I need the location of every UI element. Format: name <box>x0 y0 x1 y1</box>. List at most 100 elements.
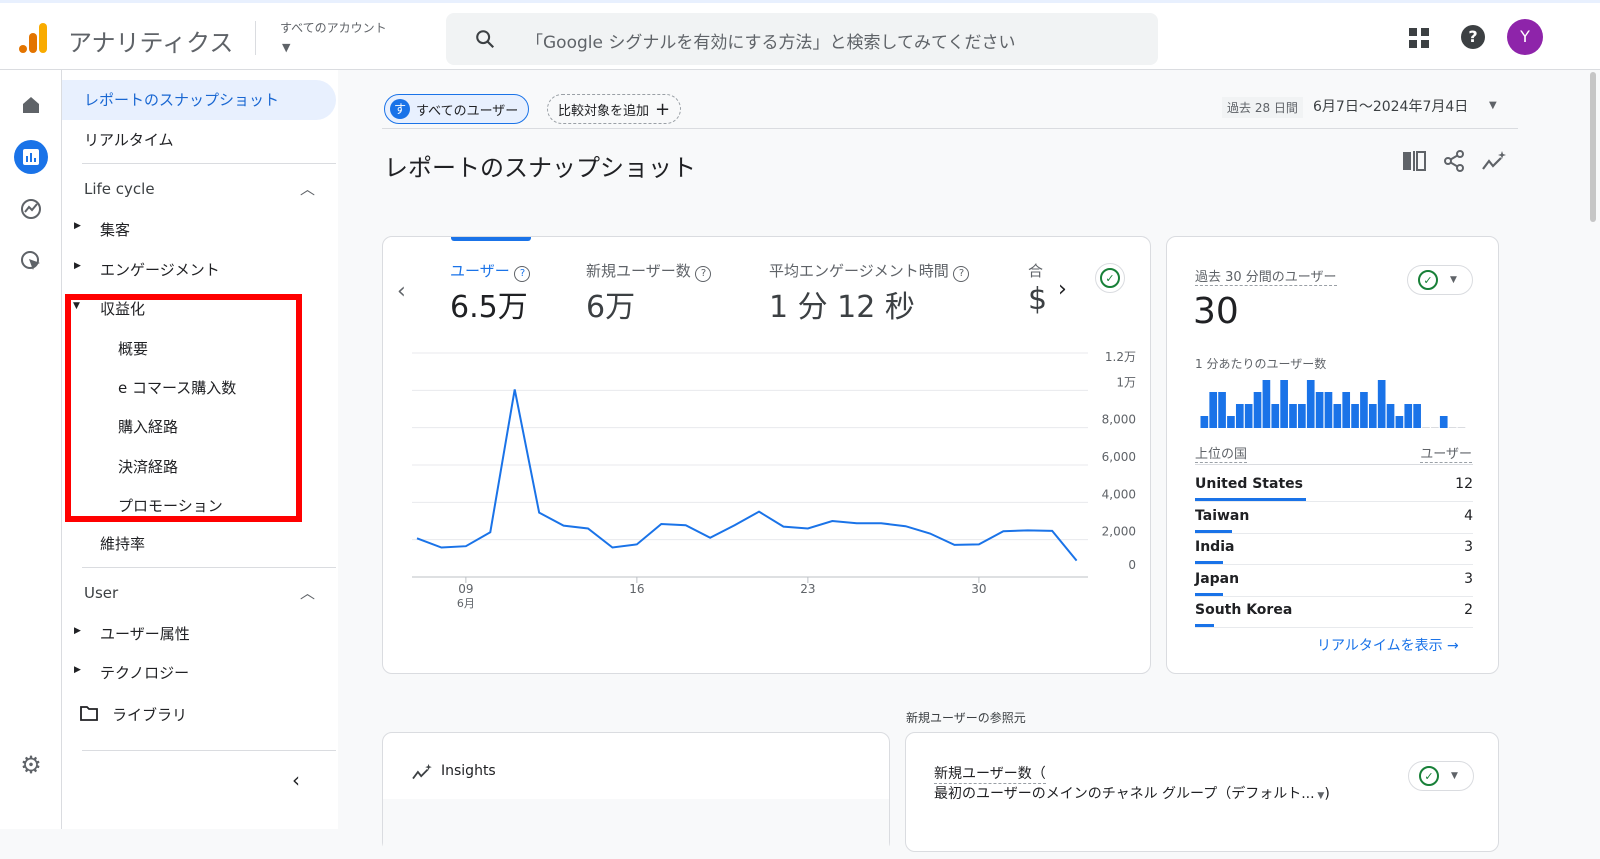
per-minute-bar[interactable] <box>1218 392 1226 428</box>
channel-dimension-dropdown[interactable]: 最初のユーザーのメインのチャネル グループ（デフォルト... ▼) <box>934 783 1330 803</box>
scrollbar[interactable] <box>1590 72 1596 222</box>
per-minute-bar[interactable] <box>1368 404 1377 428</box>
arrow-right-icon: → <box>1447 638 1459 654</box>
search-icon <box>476 30 495 49</box>
caret-down-icon[interactable]: ▼ <box>1489 100 1497 111</box>
x-tick-label: 09 <box>458 582 473 596</box>
per-minute-bar[interactable] <box>1431 427 1439 428</box>
per-minute-bar[interactable] <box>1413 404 1421 428</box>
analytics-logo <box>19 23 47 53</box>
y-tick-label: 8,000 <box>1102 413 1136 427</box>
per-minute-bar[interactable] <box>1422 427 1430 428</box>
home-icon[interactable] <box>14 88 48 122</box>
share-bar <box>1195 498 1307 501</box>
sidebar-item-engagement[interactable]: エンゲージメント <box>100 259 220 280</box>
per-minute-bar[interactable] <box>1324 392 1333 428</box>
per-minute-bar[interactable] <box>1200 416 1209 428</box>
divider <box>82 163 336 164</box>
settings-icon[interactable]: ⚙ <box>14 748 48 782</box>
y-tick-label: 0 <box>1128 558 1136 572</box>
date-range[interactable]: 6月7日～2024年7月4日 <box>1313 96 1468 116</box>
x-tick-label: 16 <box>629 582 644 596</box>
caret-down-icon[interactable]: ▼ <box>282 41 290 54</box>
top-bar: アナリティクス すべてのアカウント ▼ 「Google シグナルを有効にする方法… <box>0 0 1600 70</box>
compare-icon[interactable] <box>1402 151 1426 171</box>
sidebar-item-acquisition[interactable]: 集客 <box>100 219 130 240</box>
per-minute-bar[interactable] <box>1395 416 1404 428</box>
per-minute-bar[interactable] <box>1386 404 1395 428</box>
insights-sparkle-icon[interactable] <box>1481 150 1507 172</box>
country-row[interactable]: South Korea 2 <box>1195 602 1473 628</box>
per-minute-bar[interactable] <box>1280 380 1288 428</box>
sidebar-item-library[interactable]: ライブラリ <box>112 704 187 725</box>
per-minute-bar[interactable] <box>1253 392 1262 428</box>
realtime-status-dropdown[interactable]: ✓ ▼ <box>1407 265 1473 295</box>
add-comparison-button[interactable]: 比較対象を追加 + <box>547 94 682 124</box>
per-minute-bar[interactable] <box>1306 380 1315 428</box>
per-minute-bar[interactable] <box>1289 404 1297 428</box>
per-minute-bar[interactable] <box>1315 392 1324 428</box>
account-selector[interactable]: すべてのアカウント <box>280 19 387 36</box>
per-minute-bar[interactable] <box>1209 392 1218 428</box>
per-minute-bar[interactable] <box>1360 392 1368 428</box>
explore-icon[interactable] <box>14 192 48 226</box>
divider <box>382 128 1518 129</box>
per-minute-bar[interactable] <box>1439 416 1448 428</box>
per-minute-bar[interactable] <box>1262 380 1271 428</box>
segment-chip[interactable]: す すべてのユーザー <box>384 94 530 124</box>
insights-title: Insights <box>441 763 496 779</box>
new-users-card: 新規ユーザー数（ 最初のユーザーのメインのチャネル グループ（デフォルト... … <box>905 732 1499 852</box>
view-realtime-label: リアルタイムを表示 <box>1317 638 1443 654</box>
add-comparison-label: 比較対象を追加 <box>558 103 650 119</box>
country-name: Japan <box>1195 570 1240 587</box>
sidebar-item-realtime[interactable]: リアルタイム <box>84 129 174 150</box>
page-title: レポートのスナップショット <box>384 154 696 182</box>
collapse-chevron-icon[interactable]: ‹ <box>292 768 300 792</box>
chevron-up-icon[interactable]: ︿ <box>300 178 315 199</box>
sidebar-item-retention[interactable]: 維持率 <box>100 533 145 554</box>
insights-body <box>383 799 889 859</box>
country-row[interactable]: India 3 <box>1195 539 1473 565</box>
advertising-icon[interactable] <box>14 244 48 278</box>
share-bar <box>1195 561 1223 564</box>
section-lifecycle[interactable]: Life cycle <box>84 180 155 198</box>
per-minute-bar[interactable] <box>1351 404 1359 428</box>
per-minute-bar-chart <box>1200 380 1466 428</box>
share-bar <box>1195 529 1233 533</box>
insights-icon <box>412 763 432 780</box>
country-row[interactable]: Japan 3 <box>1195 570 1473 597</box>
sidebar-item-snapshot[interactable]: レポートのスナップショット <box>84 89 279 110</box>
y-tick-label: 2,000 <box>1102 525 1136 539</box>
sidebar-item-technology[interactable]: テクノロジー <box>100 662 189 683</box>
caret-right-icon: ▶ <box>74 665 81 675</box>
help-icon[interactable]: ? <box>1461 25 1485 49</box>
section-user[interactable]: User <box>84 584 118 602</box>
per-minute-bar[interactable] <box>1235 404 1244 428</box>
per-minute-bar[interactable] <box>1448 427 1457 428</box>
country-row[interactable]: Taiwan 4 <box>1195 508 1473 534</box>
per-minute-bar[interactable] <box>1404 404 1413 428</box>
view-realtime-link[interactable]: リアルタイムを表示 → <box>1317 635 1459 655</box>
divider <box>82 567 336 568</box>
caret-right-icon: ▶ <box>74 261 81 271</box>
sidebar-item-demographics[interactable]: ユーザー属性 <box>100 623 190 644</box>
y-tick-label: 4,000 <box>1102 487 1136 501</box>
per-minute-bar[interactable] <box>1457 427 1466 428</box>
search-input[interactable]: 「Google シグナルを有効にする方法」と検索してみてください <box>446 13 1158 65</box>
per-minute-bar[interactable] <box>1271 404 1280 428</box>
share-icon[interactable] <box>1442 149 1466 173</box>
apps-grid-icon[interactable] <box>1408 27 1430 49</box>
channel-dimension-label: 最初のユーザーのメインのチャネル グループ（デフォルト... <box>934 786 1315 802</box>
per-minute-bar[interactable] <box>1244 404 1253 428</box>
segment-initial: す <box>390 99 410 119</box>
country-row[interactable]: United States 12 <box>1195 476 1473 502</box>
chevron-up-icon[interactable]: ︿ <box>300 582 315 603</box>
per-minute-bar[interactable] <box>1342 392 1351 428</box>
avatar[interactable]: Y <box>1507 19 1543 55</box>
per-minute-bar[interactable] <box>1377 380 1386 428</box>
per-minute-bar[interactable] <box>1333 404 1342 428</box>
reports-icon[interactable] <box>14 140 48 174</box>
per-minute-bar[interactable] <box>1227 416 1235 428</box>
new-users-status-dropdown[interactable]: ✓ ▼ <box>1408 761 1474 791</box>
per-minute-bar[interactable] <box>1298 404 1306 428</box>
